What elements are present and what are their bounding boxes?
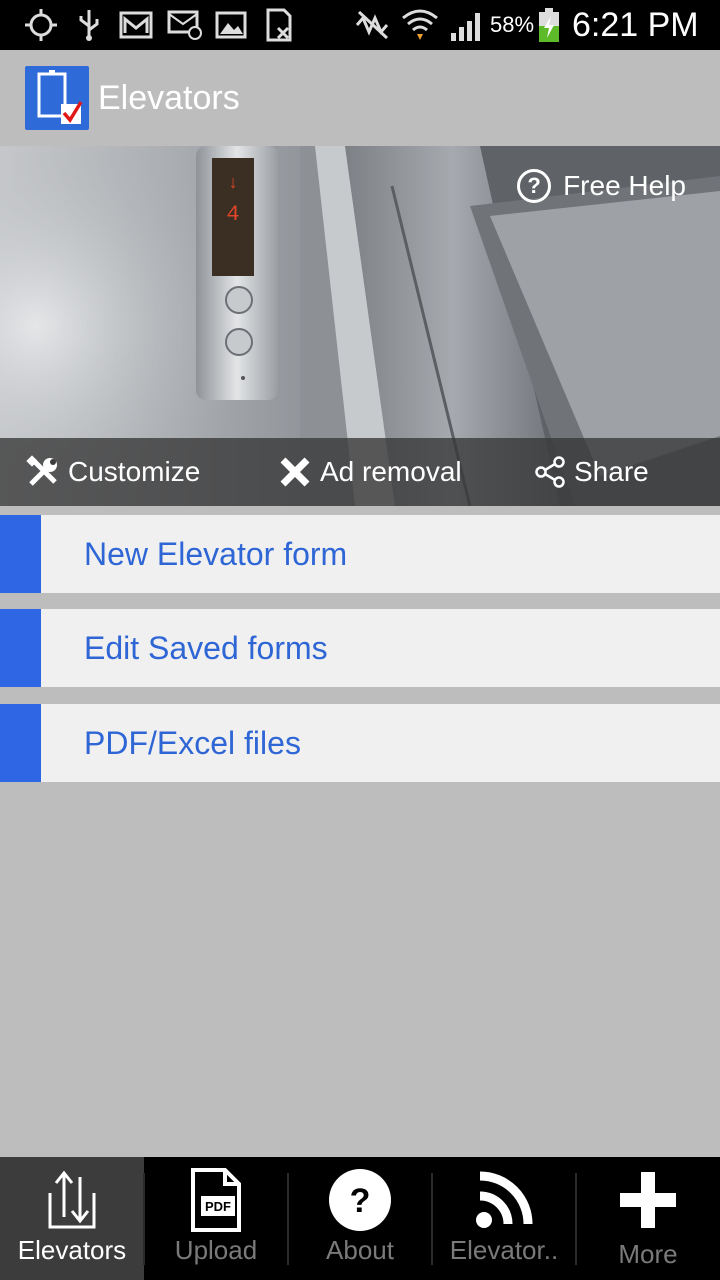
svg-text:4: 4 <box>226 202 239 227</box>
tab-label: Elevators <box>17 1235 127 1265</box>
gps-icon <box>22 8 60 42</box>
ad-removal-button[interactable]: Ad removal <box>278 438 462 506</box>
svg-text:PDF: PDF <box>205 1199 231 1214</box>
battery-percent: 58% <box>490 12 535 37</box>
ad-removal-label: Ad removal <box>320 456 462 487</box>
menu-item-label: Edit Saved forms <box>84 630 328 666</box>
share-button[interactable]: Share <box>534 438 649 506</box>
menu-item-edit-saved[interactable]: Edit Saved forms <box>0 609 720 687</box>
rss-icon <box>432 1167 576 1233</box>
menu-item-label: PDF/Excel files <box>84 725 301 761</box>
clock: 6:21 PM <box>572 5 699 44</box>
sim-icon <box>262 8 296 42</box>
free-help-link[interactable]: ? Free Help <box>517 166 686 206</box>
tab-label: About <box>326 1235 394 1265</box>
usb-icon <box>72 8 106 42</box>
email-icon <box>166 8 204 42</box>
plus-icon <box>576 1167 720 1233</box>
tab-label: More <box>618 1239 678 1269</box>
status-bar: 58% 6:21 PM <box>0 0 720 50</box>
app-title: Elevators <box>98 79 240 117</box>
mute-icon <box>352 8 394 42</box>
help-circle-icon: ? <box>517 169 552 203</box>
hero-toolbar: Customize Ad removal Share <box>0 438 720 506</box>
transfer-arrows-icon <box>0 1167 144 1233</box>
tab-elevator-feed[interactable]: Elevator.. <box>432 1157 576 1280</box>
tab-more[interactable]: More <box>576 1157 720 1280</box>
hero-banner: ↓ 4 ? Free Help Customize Ad removal Sha… <box>0 146 720 506</box>
close-icon <box>280 457 310 487</box>
menu-item-new-form[interactable]: New Elevator form <box>0 515 720 593</box>
tab-label: Elevator.. <box>449 1235 559 1265</box>
menu-item-label: New Elevator form <box>84 536 348 572</box>
menu-accent-bar <box>0 515 41 593</box>
tab-elevators[interactable]: Elevators <box>0 1157 144 1280</box>
question-icon: ? <box>288 1167 432 1233</box>
free-help-label: Free Help <box>563 170 686 201</box>
svg-text:?: ? <box>350 1182 371 1220</box>
share-icon <box>535 456 565 488</box>
tab-label: Upload <box>174 1235 258 1265</box>
tab-about[interactable]: ? About <box>288 1157 432 1280</box>
elevator-app-logo[interactable] <box>25 66 89 130</box>
menu-item-pdf-excel[interactable]: PDF/Excel files <box>0 704 720 782</box>
gmail-icon <box>118 8 154 42</box>
menu-accent-bar <box>0 704 41 782</box>
wifi-icon <box>400 8 440 42</box>
battery-charging-icon <box>536 8 562 42</box>
gallery-icon <box>214 8 248 42</box>
app-bar: Elevators <box>0 50 720 146</box>
tab-upload[interactable]: PDF Upload <box>144 1157 288 1280</box>
menu-accent-bar <box>0 609 41 687</box>
svg-text:↓: ↓ <box>228 174 239 194</box>
wrench-screwdriver-icon <box>26 455 57 486</box>
customize-button[interactable]: Customize <box>26 438 200 506</box>
signal-icon <box>448 8 486 42</box>
customize-label: Customize <box>68 456 201 487</box>
share-label: Share <box>574 456 649 487</box>
pdf-file-icon: PDF <box>144 1167 288 1233</box>
bottom-tab-bar: Elevators PDF Upload ? About Elevator.. … <box>0 1157 720 1280</box>
